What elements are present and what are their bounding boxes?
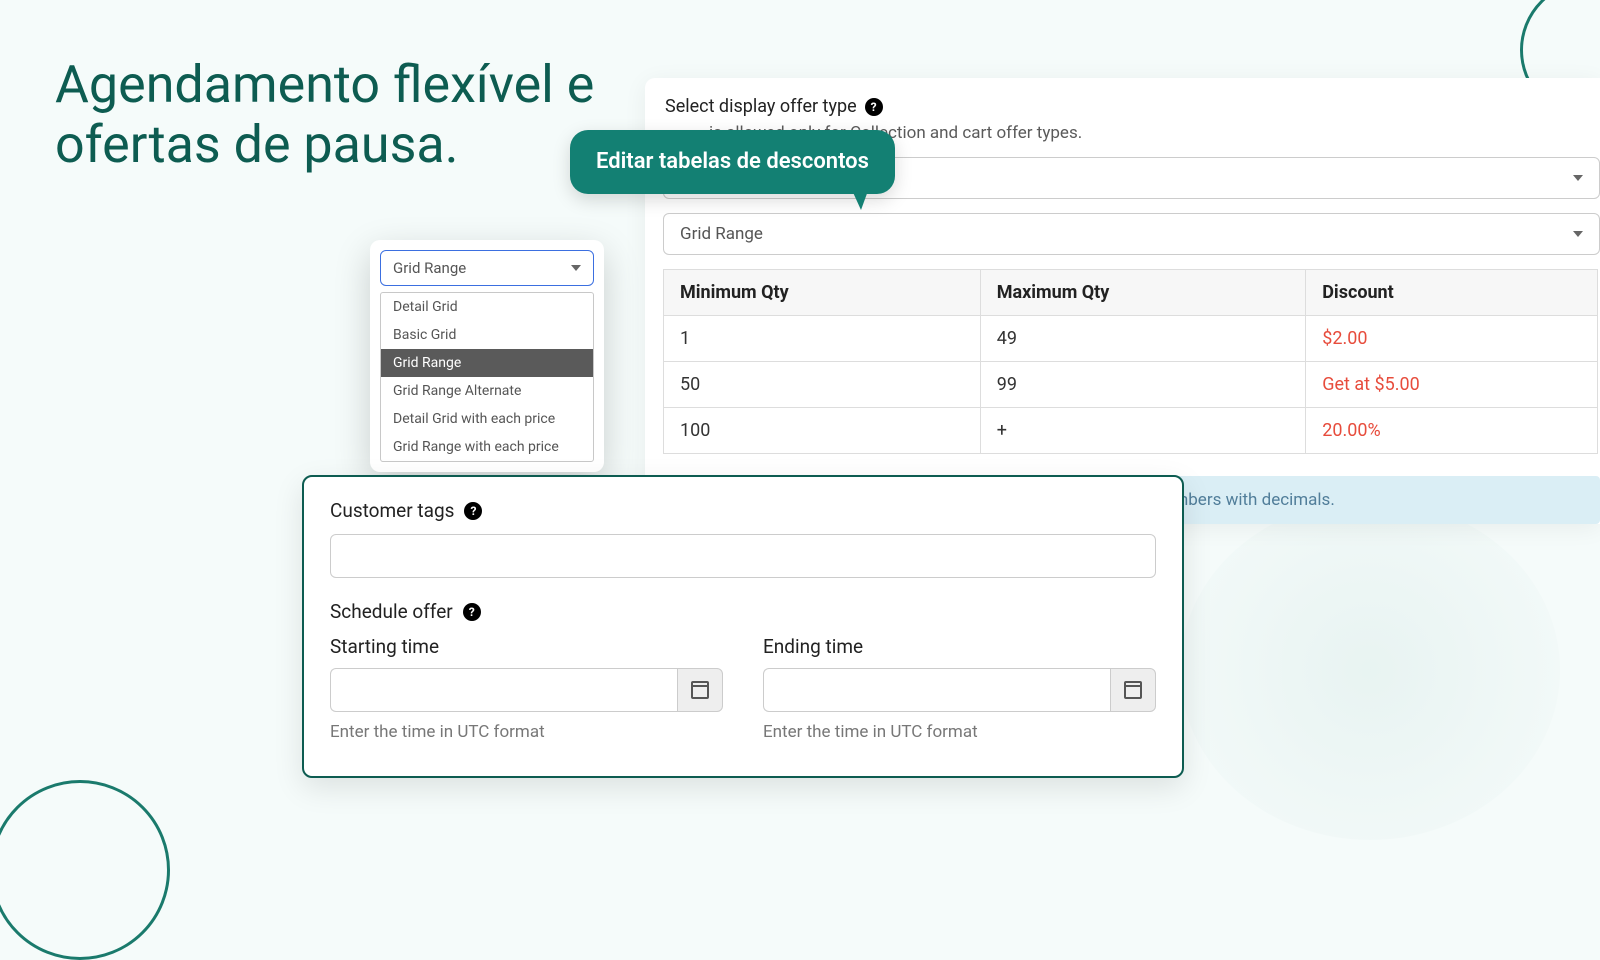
edit-tables-tooltip: Editar tabelas de descontos (570, 130, 895, 194)
grid-range-select[interactable]: Grid Range (663, 213, 1600, 255)
th-disc: Discount (1306, 270, 1598, 316)
tooltip-label: Editar tabelas de descontos (596, 149, 869, 174)
grid-range-dropdown: Grid Range Detail Grid Basic Grid Grid R… (370, 240, 604, 472)
table-row: 50 99 Get at $5.00 (664, 362, 1598, 408)
table-row: 1 49 $2.00 (664, 316, 1598, 362)
chevron-down-icon (1573, 231, 1583, 237)
starting-time-input[interactable] (330, 668, 677, 712)
dropdown-option[interactable]: Grid Range with each price (381, 433, 593, 461)
help-icon[interactable]: ? (463, 603, 481, 621)
table-row: 100 + 20.00% (664, 408, 1598, 454)
table-header-row: Minimum Qty Maximum Qty Discount (664, 270, 1598, 316)
schedule-offer-label: Schedule offer (330, 600, 453, 623)
grid-range-value: Grid Range (680, 224, 763, 244)
page-title: Agendamento flexível e ofertas de pausa. (55, 55, 615, 175)
chevron-down-icon (571, 265, 581, 271)
starting-time-hint: Enter the time in UTC format (330, 722, 723, 742)
dropdown-list: Detail Grid Basic Grid Grid Range Grid R… (380, 292, 594, 462)
ending-time-input[interactable] (763, 668, 1110, 712)
dropdown-current[interactable]: Grid Range (380, 250, 594, 286)
dropdown-option[interactable]: Detail Grid (381, 293, 593, 321)
ending-time-picker-button[interactable] (1110, 668, 1156, 712)
dropdown-option[interactable]: Grid Range Alternate (381, 377, 593, 405)
dropdown-option-selected[interactable]: Grid Range (381, 349, 593, 377)
help-icon[interactable]: ? (464, 502, 482, 520)
dropdown-current-value: Grid Range (393, 259, 466, 277)
decorative-blob (1180, 500, 1560, 840)
customer-tags-label: Customer tags (330, 499, 454, 522)
schedule-panel: Customer tags ? Schedule offer ? Startin… (302, 475, 1184, 778)
starting-time-label: Starting time (330, 635, 723, 658)
display-offer-label: Select display offer type (665, 96, 857, 117)
discount-table: Minimum Qty Maximum Qty Discount 1 49 $2… (663, 269, 1598, 454)
dropdown-option[interactable]: Basic Grid (381, 321, 593, 349)
ending-time-hint: Enter the time in UTC format (763, 722, 1156, 742)
starting-time-picker-button[interactable] (677, 668, 723, 712)
help-icon[interactable]: ? (865, 98, 883, 116)
th-min: Minimum Qty (664, 270, 981, 316)
chevron-down-icon (1573, 175, 1583, 181)
dropdown-option[interactable]: Detail Grid with each price (381, 405, 593, 433)
ending-time-label: Ending time (763, 635, 1156, 658)
calendar-icon (1124, 681, 1142, 699)
decorative-circle (0, 780, 170, 960)
th-max: Maximum Qty (980, 270, 1306, 316)
customer-tags-input[interactable] (330, 534, 1156, 578)
calendar-icon (691, 681, 709, 699)
